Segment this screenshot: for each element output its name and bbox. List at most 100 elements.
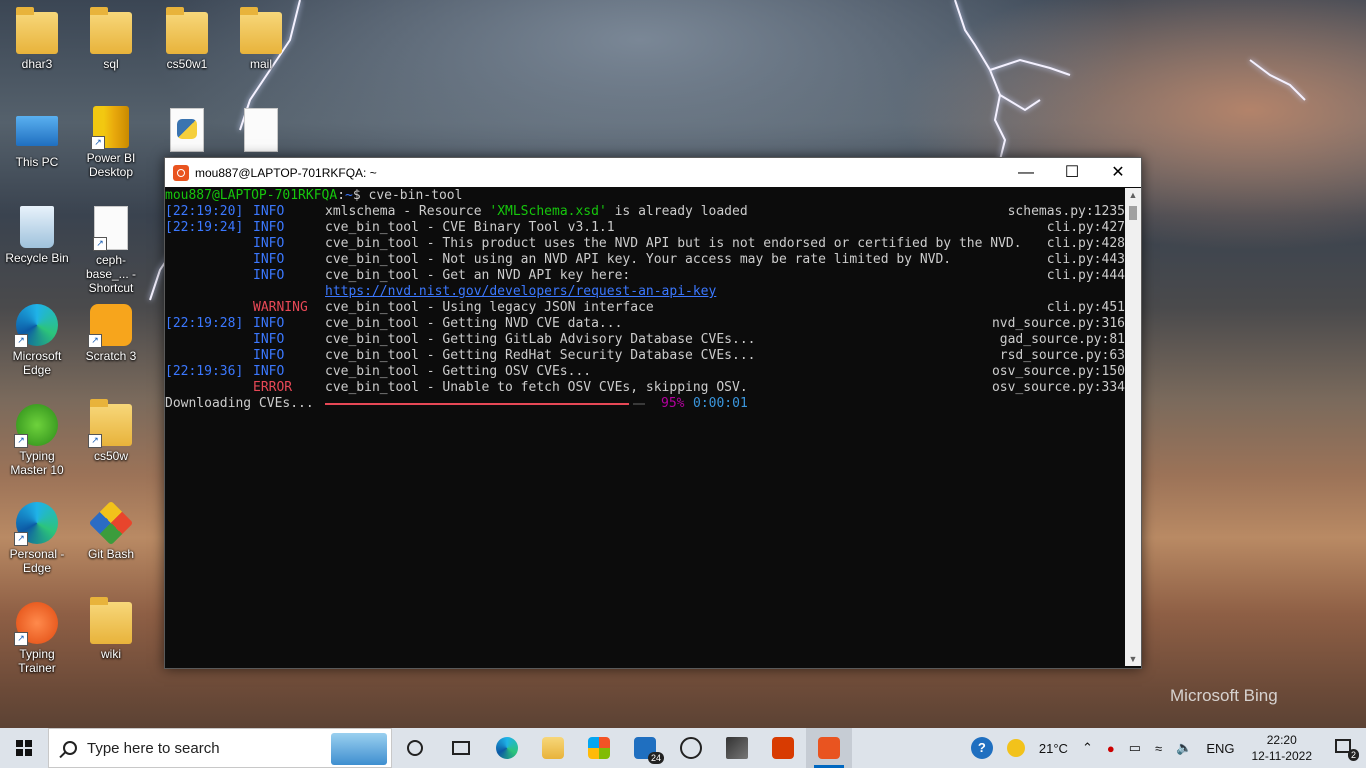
desktop-icon-power-bi[interactable]: ↗ Power BI Desktop	[76, 106, 146, 179]
weather-icon[interactable]	[1006, 739, 1025, 757]
desktop-icon-microsoft-edge[interactable]: ↗ Microsoft Edge	[2, 304, 72, 377]
log-message: cve_bin_tool - Using legacy JSON interfa…	[325, 300, 654, 315]
prompt-sep: :	[337, 188, 346, 203]
language-indicator[interactable]: ENG	[1206, 741, 1234, 756]
start-button[interactable]	[0, 728, 48, 768]
desktop-icon-blank-file[interactable]	[226, 108, 296, 155]
store-icon	[588, 737, 610, 759]
edge-icon	[496, 737, 518, 759]
notification-badge: 2	[1347, 749, 1359, 761]
desktop-icon-label: Git Bash	[87, 547, 135, 561]
log-level: ERROR	[253, 380, 293, 395]
desktop-icon-label: Scratch 3	[85, 349, 137, 363]
battery-icon[interactable]: ▭	[1129, 740, 1141, 756]
desktop-icon-label: This PC	[15, 155, 59, 169]
minimize-button[interactable]: —	[1003, 158, 1049, 187]
weather-temp[interactable]: 21°C	[1039, 741, 1068, 756]
log-message: cve_bin_tool - Unable to fetch OSV CVEs,…	[325, 380, 748, 395]
maximize-button[interactable]: ☐	[1049, 158, 1095, 187]
desktop-icon-cs50w[interactable]: ↗ cs50w	[76, 399, 146, 463]
folder-icon	[16, 7, 58, 54]
widgets-button[interactable]	[438, 728, 484, 768]
desktop-icon-label: dhar3	[21, 57, 53, 71]
log-message: cve_bin_tool - Get an NVD API key here:	[325, 268, 631, 283]
scroll-up-icon[interactable]: ▲	[1125, 190, 1141, 200]
log-line: INFO cve_bin_tool - Get an NVD API key h…	[165, 268, 1125, 284]
terminal-output[interactable]: mou887@LAPTOP-701RKFQA:~$ cve-bin-tool […	[165, 188, 1125, 666]
scratch-icon: ↗	[88, 304, 132, 348]
nvd-api-key-link[interactable]: https://nvd.nist.gov/developers/request-…	[325, 284, 716, 300]
desktop-icon-label: Personal - Edge	[9, 547, 65, 575]
desktop-icon-dhar3[interactable]: dhar3	[2, 7, 72, 71]
desktop-icon-label: ceph-base_... - Shortcut	[85, 253, 137, 295]
desktop-icon-ceph-shortcut[interactable]: ↗ ceph-base_... - Shortcut	[76, 206, 146, 295]
log-source: nvd_source.py:316	[991, 316, 1125, 331]
scrollbar-thumb[interactable]	[1129, 206, 1137, 220]
desktop-icon-label: wiki	[101, 647, 121, 661]
desktop-icon-typing-trainer[interactable]: ↗ Typing Trainer	[2, 602, 72, 675]
progress-bar-remaining	[633, 403, 645, 405]
log-level: WARNING	[253, 300, 308, 315]
recycle-bin-icon	[20, 206, 54, 248]
taskbar-file-explorer-button[interactable]	[530, 728, 576, 768]
chevron-up-icon[interactable]: ⌃	[1082, 740, 1093, 756]
taskbar-search[interactable]: Type here to search	[48, 728, 392, 768]
desktop-icon-label: Typing Trainer	[18, 647, 56, 675]
clock-date: 12-11-2022	[1251, 749, 1313, 763]
desktop-icon-label: Typing Master 10	[10, 449, 64, 477]
prompt-command: cve-bin-tool	[368, 188, 463, 203]
desktop-icon-wiki[interactable]: wiki	[76, 597, 146, 661]
volume-icon[interactable]: 🔈	[1176, 740, 1192, 756]
taskbar-office-button[interactable]	[760, 728, 806, 768]
desktop-icon-label: Microsoft Edge	[12, 349, 62, 377]
log-line: ERROR cve_bin_tool - Unable to fetch OSV…	[165, 380, 1125, 396]
title-bar[interactable]: mou887@LAPTOP-701RKFQA: ~ — ☐ ✕	[165, 158, 1141, 187]
wifi-icon[interactable]: ≈	[1155, 741, 1162, 756]
log-source: osv_source.py:334	[991, 380, 1125, 395]
help-icon[interactable]: ?	[970, 737, 993, 759]
snipping-tool-icon	[726, 737, 748, 759]
desktop-icon-scratch[interactable]: ↗ Scratch 3	[76, 304, 146, 363]
taskbar-ubuntu-button[interactable]	[806, 728, 852, 768]
close-button[interactable]: ✕	[1095, 158, 1141, 187]
typing-trainer-icon: ↗	[14, 602, 58, 646]
notification-button[interactable]: 2	[1329, 733, 1359, 763]
desktop-icon-cs50w1[interactable]: cs50w1	[152, 7, 222, 71]
taskbar-snip-button[interactable]	[714, 728, 760, 768]
folder-icon	[90, 597, 132, 644]
desktop-icon-sql[interactable]: sql	[76, 7, 146, 71]
log-level: INFO	[253, 220, 285, 235]
ubuntu-icon	[818, 737, 840, 759]
desktop-icon-typing-master[interactable]: ↗ Typing Master 10	[2, 404, 72, 477]
folder-icon: ↗	[88, 399, 132, 448]
taskbar-edge-button[interactable]	[484, 728, 530, 768]
taskbar-store-button[interactable]	[576, 728, 622, 768]
network-status-icon[interactable]: ●	[1107, 741, 1115, 756]
progress-label: Downloading CVEs...	[165, 396, 314, 411]
log-line: INFO cve_bin_tool - Not using an NVD API…	[165, 252, 1125, 268]
terminal-window[interactable]: mou887@LAPTOP-701RKFQA: ~ — ☐ ✕ mou887@L…	[164, 157, 1142, 669]
vertical-scrollbar[interactable]: ▲ ▼	[1125, 188, 1141, 666]
log-source: rsd_source.py:63	[999, 348, 1125, 363]
prompt-path: ~	[345, 188, 353, 203]
task-view-button[interactable]	[392, 728, 438, 768]
progress-bar	[325, 403, 629, 405]
desktop-icon-recycle-bin[interactable]: Recycle Bin	[2, 206, 72, 265]
taskbar-app-button[interactable]	[668, 728, 714, 768]
progress-eta: 0:00:01	[693, 396, 748, 411]
progress-percent: 95%	[661, 396, 685, 411]
ubuntu-icon	[173, 164, 189, 181]
desktop-icon-git-bash[interactable]: Git Bash	[76, 500, 146, 561]
log-timestamp: [22:19:24]	[165, 220, 244, 235]
desktop-icon-this-pc[interactable]: This PC	[2, 110, 72, 169]
file-icon: ↗	[93, 206, 128, 251]
log-level: INFO	[253, 236, 285, 251]
clock[interactable]: 22:20 12-11-2022	[1252, 732, 1313, 764]
log-message: cve_bin_tool - Getting RedHat Security D…	[325, 348, 756, 363]
desktop-icon-personal-edge[interactable]: ↗ Personal - Edge	[2, 502, 72, 575]
desktop-icon-label: Recycle Bin	[5, 251, 69, 265]
desktop-icon-python-file[interactable]	[152, 108, 222, 155]
taskbar-mail-button[interactable]: 24	[622, 728, 668, 768]
desktop-icon-mail[interactable]: mail	[226, 7, 296, 71]
scroll-down-icon[interactable]: ▼	[1125, 654, 1141, 664]
